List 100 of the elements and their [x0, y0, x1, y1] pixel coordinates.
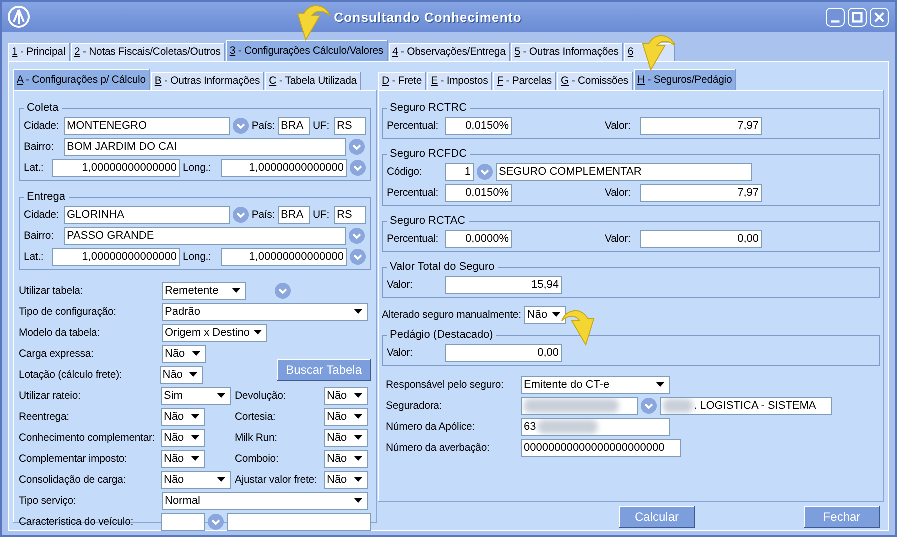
- lookup-button[interactable]: [349, 138, 365, 154]
- text-field[interactable]: 0,0000%: [445, 230, 512, 248]
- dropdown[interactable]: Normal: [162, 492, 368, 510]
- caret-icon: [191, 435, 200, 440]
- field-label: País:: [252, 120, 276, 132]
- text-field[interactable]: [161, 512, 205, 530]
- dropdown[interactable]: Remetente: [162, 282, 246, 300]
- text-field[interactable]: MONTENEGRO: [64, 116, 230, 134]
- text-field[interactable]: 1,00000000000000: [221, 158, 347, 176]
- dropdown[interactable]: Não: [324, 428, 368, 446]
- tab[interactable]: 3 - Configurações Cálculo/Valores: [226, 40, 388, 61]
- dropdown[interactable]: Origem x Destino: [162, 324, 267, 342]
- text-field[interactable]: BRA: [278, 116, 310, 134]
- text-field[interactable]: 0,00: [445, 344, 562, 362]
- dropdown[interactable]: Emitente do CT-e: [521, 376, 670, 394]
- caret-icon: [354, 414, 363, 419]
- dropdown[interactable]: Não: [324, 386, 368, 404]
- tab[interactable]: 2 - Notas Fiscais/Coletas/Outros: [70, 43, 225, 61]
- text-field[interactable]: [226, 512, 371, 530]
- dropdown[interactable]: Não: [161, 428, 205, 446]
- field-label: Ajustar valor frete:: [235, 474, 318, 486]
- lookup-button[interactable]: [232, 118, 249, 134]
- text-field[interactable]: . LOGISTICA - SISTEMA: [660, 396, 832, 414]
- lookup-button[interactable]: [350, 248, 366, 264]
- caret-icon: [656, 382, 665, 387]
- group-title: Coleta: [27, 102, 59, 114]
- caret-icon: [354, 498, 363, 503]
- text-field[interactable]: 0,00: [640, 230, 762, 248]
- dropdown[interactable]: Não: [324, 408, 368, 426]
- field-label: Lat.:: [24, 162, 45, 174]
- field-label: Valor:: [605, 186, 632, 198]
- caret-icon: [254, 330, 262, 335]
- dropdown[interactable]: Não: [160, 366, 204, 384]
- caret-icon: [191, 414, 200, 419]
- caret-icon: [552, 312, 562, 317]
- tab[interactable]: 1 - Principal: [8, 43, 70, 61]
- text-field[interactable]: 15,94: [445, 276, 562, 294]
- text-field[interactable]: RS: [334, 206, 366, 224]
- tab[interactable]: F - Parcelas: [493, 72, 556, 90]
- lookup-button[interactable]: [208, 514, 224, 530]
- caret-icon: [217, 477, 226, 482]
- lookup-button[interactable]: [275, 282, 291, 298]
- text-field[interactable]: 1,00000000000000: [52, 248, 180, 266]
- dropdown[interactable]: Não: [161, 470, 231, 488]
- dropdown[interactable]: Padrão: [162, 302, 368, 320]
- text-field[interactable]: BOM JARDIM DO CAI: [64, 138, 346, 156]
- tab[interactable]: G - Comissões: [557, 72, 633, 90]
- minimize-icon[interactable]: [826, 8, 845, 26]
- dropdown[interactable]: Não: [324, 450, 368, 468]
- field-label: Utilizar rateio:: [19, 390, 82, 402]
- field-label: Alterado seguro manualmente:: [382, 308, 522, 320]
- lookup-button[interactable]: [232, 206, 249, 222]
- dropdown[interactable]: Sim: [161, 386, 231, 404]
- caret-icon: [354, 477, 363, 482]
- tab[interactable]: 4 - Observações/Entrega: [388, 43, 510, 61]
- text-field[interactable]: 1,00000000000000: [52, 158, 180, 176]
- tab[interactable]: A - Configurações p/ Cálculo: [13, 69, 150, 90]
- lookup-button[interactable]: [641, 398, 657, 414]
- tab[interactable]: B - Outras Informações: [150, 72, 264, 90]
- field-label: Modelo da tabela:: [19, 326, 101, 338]
- field-label: Conhecimento complementar:: [19, 432, 156, 444]
- dropdown[interactable]: Não: [524, 306, 566, 324]
- caret-icon: [232, 288, 241, 293]
- text-field[interactable]: 1: [445, 162, 474, 180]
- maximize-icon[interactable]: [848, 8, 867, 26]
- field-label: Cidade:: [24, 208, 60, 220]
- tab[interactable]: C - Tabela Utilizada: [265, 72, 361, 90]
- field-label: Seguradora:: [386, 400, 444, 412]
- text-field[interactable]: PASSO GRANDE: [64, 226, 346, 244]
- tab[interactable]: D - Frete: [378, 72, 426, 90]
- dropdown[interactable]: Não: [161, 450, 205, 468]
- field-label: Percentual:: [387, 120, 440, 132]
- field-label: Cortesia:: [235, 410, 277, 422]
- text-field[interactable]: 7,97: [640, 184, 762, 202]
- tab[interactable]: H - Seguros/Pedágio: [634, 69, 736, 90]
- tab[interactable]: E - Impostos: [427, 72, 492, 90]
- group-title: Valor Total do Seguro: [390, 261, 495, 273]
- dropdown[interactable]: Não: [324, 470, 368, 488]
- field-label: Característica do veículo:: [19, 516, 135, 528]
- text-field[interactable]: 1,00000000000000: [221, 248, 347, 266]
- lookup-button[interactable]: [477, 164, 493, 180]
- text-field[interactable]: 00000000000000000000000: [521, 438, 681, 456]
- text-field[interactable]: GLORINHA: [64, 206, 230, 224]
- text-field[interactable]: 0,0150%: [445, 116, 512, 134]
- text-field[interactable]: 63: [521, 418, 670, 436]
- field-label: UF:: [313, 120, 330, 132]
- text-field[interactable]: [521, 396, 638, 414]
- dropdown[interactable]: Não: [161, 408, 205, 426]
- text-field[interactable]: SEGURO COMPLEMENTAR: [496, 162, 752, 180]
- lookup-button[interactable]: [349, 228, 365, 244]
- lookup-button[interactable]: [350, 160, 366, 176]
- tab[interactable]: 5 - Outras Informações: [510, 43, 623, 61]
- text-field[interactable]: BRA: [278, 206, 310, 224]
- text-field[interactable]: RS: [334, 116, 366, 134]
- field-label: Milk Run:: [235, 432, 278, 444]
- text-field[interactable]: 0,0150%: [445, 184, 512, 202]
- close-icon[interactable]: [870, 8, 889, 26]
- dropdown[interactable]: Não: [162, 344, 206, 362]
- text-field[interactable]: 7,97: [640, 116, 762, 134]
- window-title: Consultando Conhecimento: [333, 10, 523, 24]
